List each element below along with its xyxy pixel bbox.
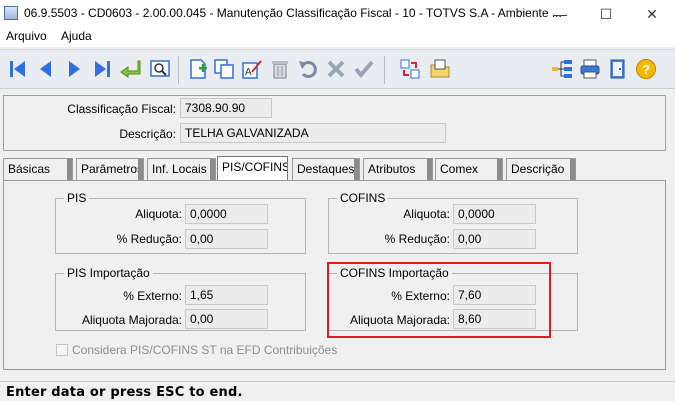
next-record-icon (69, 61, 80, 77)
maximize-button[interactable]: ☐ (583, 0, 629, 28)
pis-aliquota-label: Aliquota: (135, 207, 182, 221)
tab-label: Descrição (511, 162, 565, 176)
classificacao-fiscal-field[interactable]: 7308.90.90 (180, 98, 272, 118)
copy-record-button[interactable] (212, 57, 236, 81)
undo-button[interactable] (296, 57, 320, 81)
tab-label: Parâmetros (81, 162, 144, 176)
pis-majorada-field[interactable]: 0,00 (185, 309, 268, 329)
delete-record-button[interactable] (268, 57, 292, 81)
new-record-button[interactable] (186, 57, 210, 81)
cofins-reducao-field[interactable]: 0,00 (453, 229, 536, 249)
title-bar: 06.9.5503 - CD0603 - 2.00.00.045 - Manut… (0, 0, 675, 28)
pis-externo-label: % Externo: (123, 289, 182, 303)
edit-text-icon: A (242, 60, 262, 79)
classificacao-fiscal-label: Classificação Fiscal: (67, 102, 176, 116)
tab-label: Inf. Locais (152, 162, 207, 176)
print-icon (580, 59, 600, 79)
next-record-button[interactable] (62, 57, 86, 81)
print-button[interactable] (578, 57, 602, 81)
menu-arquivo[interactable]: Arquivo (6, 29, 47, 43)
help-icon: ? (636, 59, 656, 79)
hierarchy-button[interactable] (550, 57, 574, 81)
tab-atributos[interactable]: Atributos (363, 158, 433, 180)
cancel-button[interactable] (324, 57, 348, 81)
last-record-button[interactable] (90, 57, 114, 81)
tab-label: Atributos (368, 162, 416, 176)
search-record-icon (150, 60, 170, 77)
toolbar-separator (384, 56, 385, 84)
exit-button[interactable] (606, 57, 630, 81)
pis-externo-field[interactable]: 1,65 (185, 285, 268, 305)
tab-inf-locais[interactable]: Inf. Locais (147, 158, 216, 180)
pis-aliquota-field[interactable]: 0,0000 (185, 204, 268, 224)
close-button[interactable]: ✕ (629, 0, 675, 28)
back-arrow-icon (120, 60, 141, 78)
tab-descricao[interactable]: Descrição (506, 158, 576, 180)
pis-reducao-label: % Redução: (116, 232, 182, 246)
cancel-x-icon (327, 60, 345, 78)
descricao-label: Descrição: (119, 127, 176, 141)
tab-basicas[interactable]: Básicas (3, 158, 73, 180)
considera-st-label: Considera PIS/COFINS ST na EFD Contribui… (72, 343, 338, 357)
hierarchy-icon (552, 60, 572, 78)
status-bar: Enter data or press ESC to end. (0, 381, 675, 401)
descricao-field[interactable]: TELHA GALVANIZADA (180, 123, 446, 143)
highlight-box (327, 262, 551, 338)
toolbar-separator (178, 56, 179, 84)
tab-label: PIS/COFINS (222, 160, 288, 174)
last-record-icon (95, 61, 110, 77)
tab-comex[interactable]: Comex (435, 158, 503, 180)
pis-importacao-group-title: PIS Importação (64, 266, 153, 280)
swap-button[interactable] (398, 57, 422, 81)
svg-text:?: ? (642, 62, 650, 77)
delete-trash-icon (272, 61, 288, 79)
previous-record-icon (40, 61, 51, 77)
cofins-group-title: COFINS (337, 191, 389, 205)
menu-bar: Arquivo Ajuda (0, 28, 675, 47)
pis-reducao-field[interactable]: 0,00 (185, 229, 268, 249)
tab-label: Destaques (297, 162, 355, 176)
pis-majorada-label: Aliquota Majorada: (81, 313, 182, 327)
cofins-aliquota-label: Aliquota: (403, 207, 450, 221)
tab-parametros[interactable]: Parâmetros (76, 158, 144, 180)
tab-pis-cofins[interactable]: PIS/COFINS (217, 156, 288, 181)
svg-text:A: A (245, 67, 252, 78)
first-record-icon (10, 61, 25, 77)
search-record-button[interactable] (148, 57, 172, 81)
exit-door-icon (610, 59, 625, 79)
tab-strip: Básicas Parâmetros Inf. Locais PIS/COFIN… (3, 156, 666, 181)
cofins-reducao-label: % Redução: (384, 232, 450, 246)
tab-label: Comex (440, 162, 479, 176)
help-button[interactable]: ? (634, 57, 658, 81)
pis-group-title: PIS (64, 191, 90, 205)
open-folder-button[interactable] (428, 57, 452, 81)
tab-destaques[interactable]: Destaques (292, 158, 360, 180)
confirm-button[interactable] (352, 57, 376, 81)
status-message: Enter data or press ESC to end. (6, 385, 243, 400)
edit-record-button[interactable]: A (240, 57, 264, 81)
minimize-button[interactable]: — (537, 0, 583, 28)
previous-record-button[interactable] (34, 57, 58, 81)
first-record-button[interactable] (6, 57, 30, 81)
tab-label: Básicas (8, 162, 51, 176)
menu-ajuda[interactable]: Ajuda (61, 29, 92, 43)
confirm-check-icon (354, 60, 374, 79)
considera-st-checkbox[interactable] (56, 344, 68, 356)
cofins-aliquota-field[interactable]: 0,0000 (453, 204, 536, 224)
new-document-icon (190, 59, 207, 79)
app-icon (4, 6, 18, 20)
copy-document-icon (214, 59, 234, 79)
window-title: 06.9.5503 - CD0603 - 2.00.00.045 - Manut… (24, 6, 562, 20)
swap-icon (400, 59, 420, 79)
folder-icon (430, 59, 450, 78)
back-button[interactable] (118, 57, 142, 81)
toolbar: A ? (0, 49, 675, 89)
undo-icon (299, 61, 317, 78)
